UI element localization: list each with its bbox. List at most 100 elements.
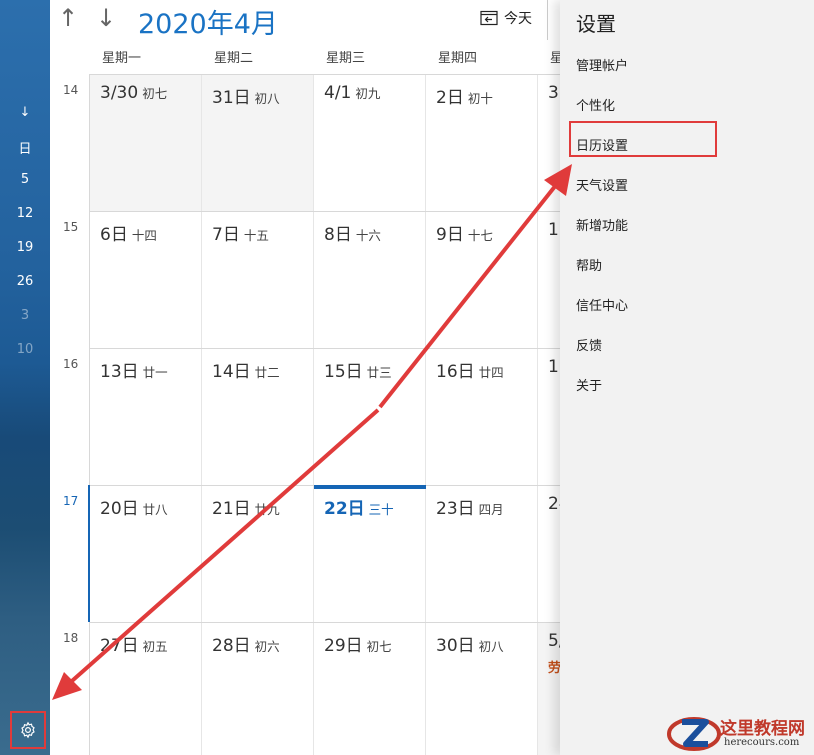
watermark-url: herecours.com [724,737,800,748]
mini-week-date[interactable]: 5 [0,172,50,187]
calendar-settings-highlight-box [569,121,717,157]
day-cell-today[interactable]: 22日 三十 [314,485,426,622]
day-date: 30日 初八 [436,636,504,656]
day-date: 16日 廿四 [436,362,504,382]
day-cell[interactable]: 28日 初六 [202,623,314,755]
day-date: 23日 四月 [436,499,504,519]
day-date: 31日 初八 [212,88,280,108]
day-cell[interactable]: 4/1 初九 [314,75,426,211]
today-button[interactable]: 今天 [480,8,532,28]
day-date: 28日 初六 [212,636,280,656]
mini-week-date[interactable]: 19 [0,240,50,255]
menu-item-weather-settings[interactable]: 天气设置 [576,175,628,194]
week-row: 13日廿一 14日廿二 15日廿三 16日廿四 17 [90,348,560,485]
previous-month-arrow-icon[interactable]: ↑ [58,4,78,32]
down-arrow-icon[interactable]: ↓ [0,105,50,120]
day-cell[interactable]: 8日 十六 [314,212,426,348]
day-date: 27日 初五 [100,636,168,656]
day-cell[interactable]: 7日 十五 [202,212,314,348]
week-number: 17 [63,494,79,508]
strip-day-label: 日 [18,142,32,157]
week-number: 16 [63,357,79,371]
menu-item-personalization[interactable]: 个性化 [576,95,615,114]
month-title[interactable]: 2020年4月 [138,2,278,41]
mini-week-date[interactable]: 10 [0,342,50,357]
day-date: 14日 廿二 [212,362,280,382]
settings-button[interactable] [10,711,46,749]
day-cell[interactable]: 5/ 劳 [538,623,560,755]
annotation-arrowhead-down [52,672,82,700]
day-cell[interactable]: 29日 初七 [314,623,426,755]
day-date: 5/ [548,631,560,651]
day-date: 15日 廿三 [324,362,392,382]
month-grid: 3/30 初七 31日 初八 4/1 初九 2日 初十 3 6日 十四 7日 十五 8日 十六… [89,74,560,755]
day-date-today: 22日 三十 [324,499,394,519]
menu-item-help[interactable]: 帮助 [576,255,602,274]
day-cell[interactable]: 24 [538,486,560,622]
gear-icon [21,721,35,739]
header-divider [547,0,548,40]
day-cell[interactable]: 3/30 初七 [90,75,202,211]
current-week-indicator [88,485,90,622]
day-cell[interactable]: 6日 十四 [90,212,202,348]
day-date: 6日 十四 [100,225,157,245]
weekday-label: 星期一 [102,51,142,66]
calendar-today-icon [480,10,498,26]
holiday-label: 劳 [548,661,560,676]
day-date: 7日 十五 [212,225,269,245]
day-date: 3 [548,83,559,103]
week-number: 18 [63,631,79,645]
today-label: 今天 [504,11,532,27]
day-cell[interactable]: 20日 廿八 [90,486,202,622]
day-cell[interactable]: 23日 四月 [426,486,538,622]
watermark-logo: 这里教程网 herecours.com [666,712,814,755]
day-cell[interactable]: 9日 十七 [426,212,538,348]
day-date: 20日 廿八 [100,499,168,519]
weekday-label: 星期二 [214,51,254,66]
day-date: 2日 初十 [436,88,493,108]
day-cell[interactable]: 15日 廿三 [314,349,426,485]
weekday-label: 星期四 [438,51,478,66]
menu-item-about[interactable]: 关于 [576,375,602,394]
day-date: 4/1 初九 [324,83,381,103]
menu-item-whats-new[interactable]: 新增功能 [576,215,628,234]
day-cell[interactable]: 2日 初十 [426,75,538,211]
next-month-arrow-icon[interactable]: ↓ [96,4,116,32]
day-cell[interactable]: 16日 廿四 [426,349,538,485]
day-cell[interactable]: 13日 廿一 [90,349,202,485]
watermark-title: 这里教程网 [720,719,805,739]
day-cell[interactable]: 10 [538,212,560,348]
day-date: 9日 十七 [436,225,493,245]
day-date: 10 [548,220,560,240]
today-indicator-bar [314,485,426,489]
week-number: 15 [63,220,79,234]
settings-title: 设置 [576,12,616,36]
menu-item-feedback[interactable]: 反馈 [576,335,602,354]
week-row: 3/30 初七 31日 初八 4/1 初九 2日 初十 3 [90,74,560,211]
menu-item-manage-accounts[interactable]: 管理帐户 [576,55,628,74]
mini-week-date[interactable]: 12 [0,206,50,221]
week-number: 14 [63,83,79,97]
day-date: 24 [548,494,560,514]
day-date: 8日 十六 [324,225,381,245]
day-cell[interactable]: 31日 初八 [202,75,314,211]
day-cell[interactable]: 3 [538,75,560,211]
week-row: 27日初五 28日初六 29日初七 30日初八 5/ 劳 [90,622,560,755]
day-cell[interactable]: 21日 廿九 [202,486,314,622]
weekday-label: 星期三 [326,51,366,66]
left-navigation-strip: ↓ 日 5 12 19 26 3 10 [0,0,50,755]
menu-item-trust-center[interactable]: 信任中心 [576,295,628,314]
day-date: 13日 廿一 [100,362,168,382]
day-date: 17 [548,357,560,377]
week-row: 6日十四 7日十五 8日十六 9日十七 10 [90,211,560,348]
day-cell[interactable]: 27日 初五 [90,623,202,755]
day-cell[interactable]: 30日 初八 [426,623,538,755]
day-date: 21日 廿九 [212,499,280,519]
mini-week-date[interactable]: 3 [0,308,50,323]
day-cell[interactable]: 14日 廿二 [202,349,314,485]
calendar-header: ↑ ↓ 2020年4月 今天 [50,0,560,42]
day-date: 29日 初七 [324,636,392,656]
day-cell[interactable]: 17 [538,349,560,485]
week-row-current: 20日廿八 21日廿九 22日三十 23日四月 24 [90,485,560,622]
mini-week-date[interactable]: 26 [0,274,50,289]
